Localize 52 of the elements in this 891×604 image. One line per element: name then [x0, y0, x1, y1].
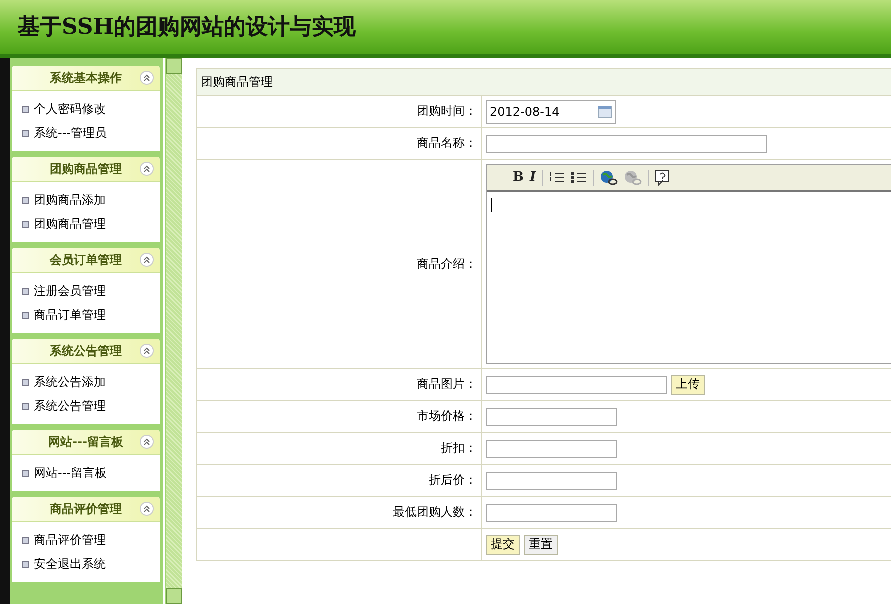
panel-title: 系统公告管理	[50, 342, 122, 360]
field-label: 最低团购人数：	[393, 504, 477, 521]
form-title: 团购商品管理	[201, 74, 273, 90]
collapse-icon[interactable]	[140, 435, 154, 449]
menu-item[interactable]: 网站---留言板	[22, 461, 160, 485]
text-field[interactable]	[486, 472, 617, 490]
menu-item[interactable]: 团购商品添加	[22, 188, 160, 212]
menu-item[interactable]: 系统公告添加	[22, 370, 160, 394]
field-label: 商品图片：	[417, 376, 477, 393]
panel-title: 会员订单管理	[50, 252, 122, 268]
field-label: 市场价格：	[417, 408, 477, 425]
menu-item[interactable]: 注册会员管理	[22, 279, 160, 303]
collapse-icon[interactable]	[140, 344, 154, 358]
submit-button[interactable]: 提交	[486, 534, 520, 554]
panel-title: 网站---留言板	[48, 434, 124, 450]
menu-item[interactable]: 个人密码修改	[22, 97, 160, 121]
bold-button[interactable]: B	[513, 170, 524, 185]
collapse-icon[interactable]	[140, 71, 154, 85]
panel-title: 系统基本操作	[50, 70, 122, 86]
menu-item[interactable]: 商品订单管理	[22, 303, 160, 327]
text-field[interactable]	[486, 134, 767, 152]
menu-item[interactable]: 安全退出系统	[22, 552, 160, 576]
menu-item[interactable]: 商品评价管理	[22, 528, 160, 552]
menu-item[interactable]: 系统---管理员	[22, 121, 160, 145]
panel-title: 商品评价管理	[50, 500, 122, 518]
italic-button[interactable]: I	[530, 170, 536, 185]
bullet-list-icon[interactable]	[571, 170, 588, 184]
help-icon[interactable]	[655, 170, 672, 186]
field-label: 折后价：	[429, 472, 477, 489]
field-label: 团购时间：	[417, 103, 477, 120]
text-field[interactable]	[486, 408, 617, 426]
globe-link-icon[interactable]	[600, 170, 618, 186]
splitter-handle[interactable]	[166, 58, 182, 74]
collapse-icon[interactable]	[140, 253, 154, 267]
file-path-field[interactable]	[486, 376, 667, 394]
menu-item[interactable]: 团购商品管理	[22, 212, 160, 236]
calendar-icon[interactable]	[598, 106, 612, 118]
text-field[interactable]	[486, 504, 617, 522]
site-title: 基于SSH的团购网站的设计与实现	[18, 13, 356, 42]
reset-button[interactable]: 重置	[524, 534, 558, 554]
collapse-icon[interactable]	[140, 162, 154, 176]
menu-item[interactable]: 系统公告管理	[22, 394, 160, 418]
field-label: 折扣：	[441, 440, 477, 457]
field-label: 商品介绍：	[417, 256, 477, 272]
panel-title: 团购商品管理	[50, 160, 122, 178]
collapse-icon[interactable]	[140, 502, 154, 516]
field-label: 商品名称：	[417, 135, 477, 152]
upload-button[interactable]: 上传	[671, 374, 705, 394]
splitter-handle[interactable]	[166, 588, 182, 604]
text-field[interactable]	[486, 440, 617, 458]
date-field[interactable]: 2012-08-14	[486, 100, 616, 124]
numbered-list-icon[interactable]	[549, 170, 566, 184]
